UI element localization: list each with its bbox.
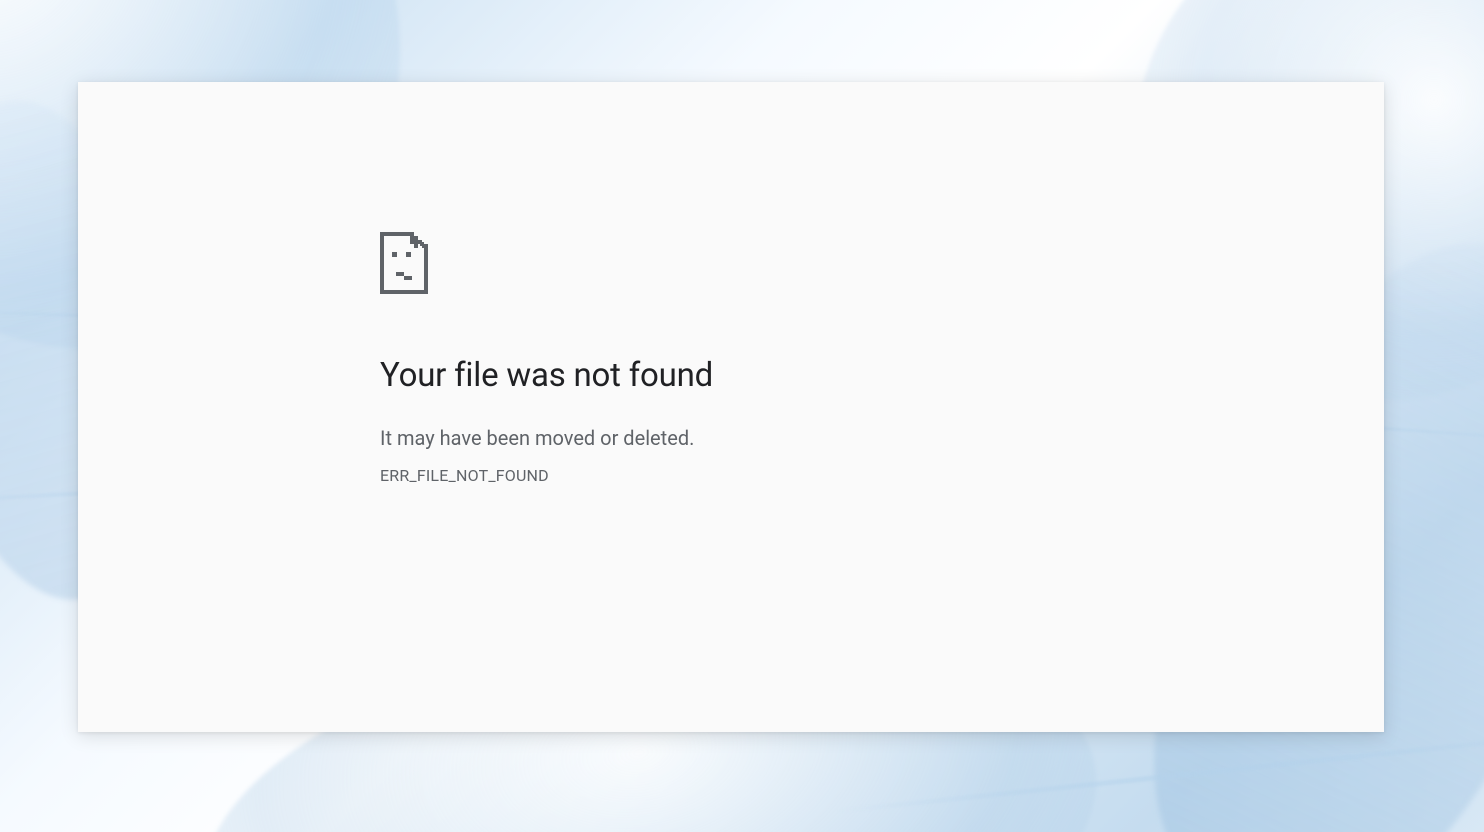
error-title: Your file was not found	[380, 356, 713, 396]
error-code: ERR_FILE_NOT_FOUND	[380, 466, 713, 485]
error-content: Your file was not found It may have been…	[380, 232, 713, 485]
sad-file-icon	[380, 232, 713, 298]
browser-error-page: Your file was not found It may have been…	[78, 82, 1384, 732]
error-subtitle: It may have been moved or deleted.	[380, 424, 713, 452]
